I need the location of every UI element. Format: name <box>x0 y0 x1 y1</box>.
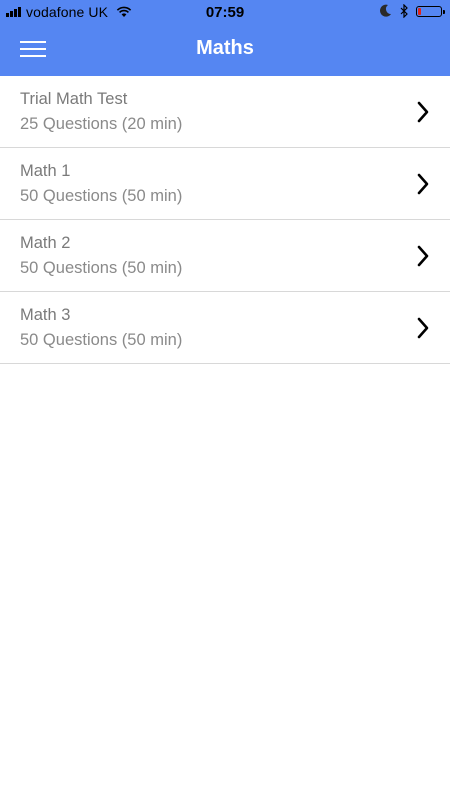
status-bar: vodafone UK 07:59 <box>0 0 450 24</box>
test-details: 25 Questions (20 min) <box>20 115 183 133</box>
chevron-right-icon <box>417 173 429 195</box>
test-details: 50 Questions (50 min) <box>20 259 183 277</box>
test-title: Math 1 <box>20 162 71 180</box>
test-title: Math 3 <box>20 306 71 324</box>
moon-icon <box>380 4 391 17</box>
test-title: Trial Math Test <box>20 90 128 108</box>
chevron-right-icon <box>417 317 429 339</box>
list-item[interactable]: Trial Math Test 25 Questions (20 min) <box>0 76 450 148</box>
bluetooth-icon <box>400 4 408 18</box>
battery-icon <box>416 5 445 17</box>
top-bar: vodafone UK 07:59 Maths <box>0 0 450 76</box>
list-item[interactable]: Math 1 50 Questions (50 min) <box>0 148 450 220</box>
app-header: Maths <box>0 24 450 76</box>
list-item[interactable]: Math 3 50 Questions (50 min) <box>0 292 450 364</box>
page-title: Maths <box>196 37 254 59</box>
battery-level-fill <box>418 7 421 15</box>
test-details: 50 Questions (50 min) <box>20 187 183 205</box>
test-list: Trial Math Test 25 Questions (20 min) Ma… <box>0 76 450 364</box>
test-details: 50 Questions (50 min) <box>20 331 183 349</box>
app-screen: vodafone UK 07:59 Maths Trial Math Test … <box>0 0 450 800</box>
test-title: Math 2 <box>20 234 71 252</box>
list-item[interactable]: Math 2 50 Questions (50 min) <box>0 220 450 292</box>
status-right <box>380 4 445 18</box>
chevron-right-icon <box>417 101 429 123</box>
chevron-right-icon <box>417 245 429 267</box>
